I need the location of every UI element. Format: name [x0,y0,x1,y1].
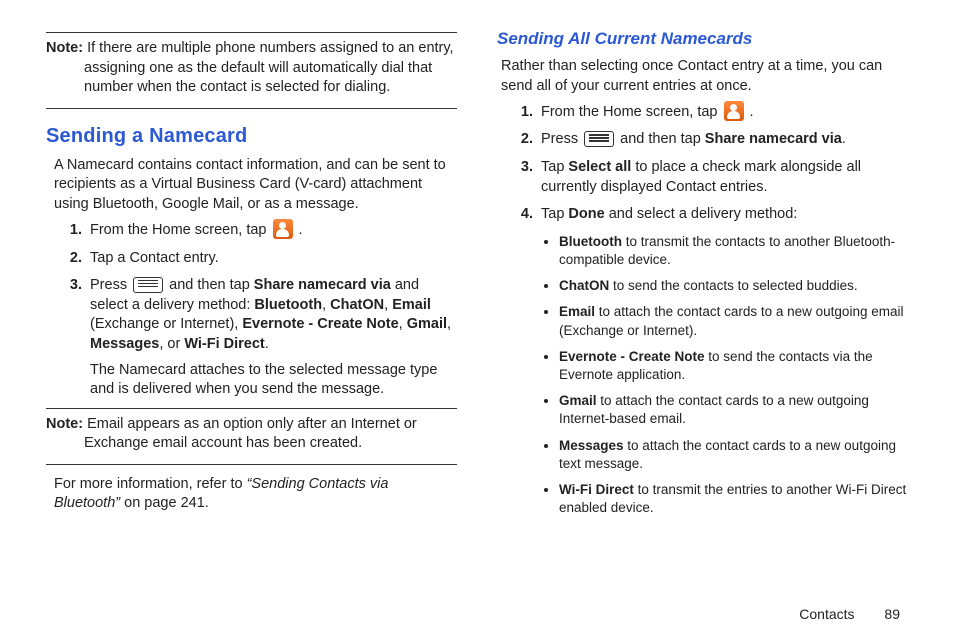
step-2: Tap a Contact entry. [86,249,457,269]
heading-sending-all: Sending All Current Namecards [497,28,908,51]
heading-sending-namecard: Sending a Namecard [46,123,457,150]
note-default-number: Note: If there are multiple phone number… [46,39,457,98]
footer-page-number: 89 [884,606,900,622]
step-3: Press and then tap Share namecard via an… [86,276,457,399]
bullet-wifi-direct: Wi-Fi Direct to transmit the entries to … [559,481,908,517]
contacts-icon [724,101,744,121]
step-2: Press and then tap Share namecard via. [537,130,908,150]
bullet-chaton: ChatON to send the contacts to selected … [559,277,908,295]
note-label: Note: [46,40,83,56]
rule [46,108,457,109]
intro-text: A Namecard contains contact information,… [54,156,457,215]
step-4: Tap Done and select a delivery method: [537,205,908,225]
steps-list: From the Home screen, tap . Tap a Contac… [64,220,457,399]
bullet-gmail: Gmail to attach the contact cards to a n… [559,392,908,428]
steps-list: From the Home screen, tap . Press and th… [515,102,908,225]
rule [46,464,457,465]
bullet-evernote: Evernote - Create Note to send the conta… [559,348,908,384]
note-email-option: Note: Email appears as an option only af… [46,415,457,454]
note-label: Note: [46,416,83,432]
intro-text: Rather than selecting once Contact entry… [501,57,908,96]
rule [46,32,457,33]
rule [46,408,457,409]
page-footer: Contacts 89 [799,606,900,622]
delivery-methods-list: Bluetooth to transmit the contacts to an… [541,233,908,518]
step-3-followup: The Namecard attaches to the selected me… [90,361,457,400]
cross-reference: For more information, refer to “Sending … [54,475,457,514]
step-3: Tap Select all to place a check mark alo… [537,158,908,197]
step-1: From the Home screen, tap . [86,220,457,240]
step-1: From the Home screen, tap . [537,102,908,122]
right-column: Sending All Current Namecards Rather tha… [497,28,908,526]
note-text: If there are multiple phone numbers assi… [84,40,454,95]
bullet-email: Email to attach the contact cards to a n… [559,303,908,339]
note-text: Email appears as an option only after an… [84,416,417,452]
bullet-bluetooth: Bluetooth to transmit the contacts to an… [559,233,908,269]
menu-icon [133,277,163,293]
menu-icon [584,131,614,147]
left-column: Note: If there are multiple phone number… [46,28,457,526]
contacts-icon [273,219,293,239]
footer-section: Contacts [799,606,854,622]
page: Note: If there are multiple phone number… [0,0,954,536]
bullet-messages: Messages to attach the contact cards to … [559,437,908,473]
